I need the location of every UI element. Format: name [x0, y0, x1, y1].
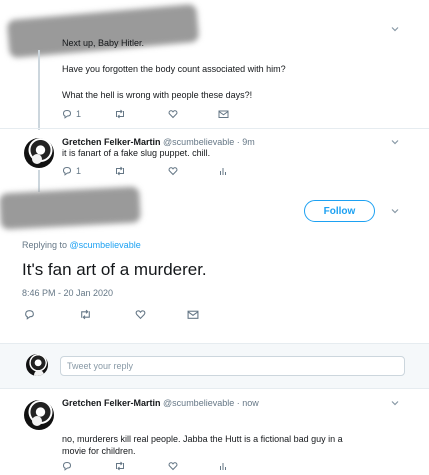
- reply-icon: [62, 461, 72, 471]
- reply-action[interactable]: 1: [62, 166, 114, 176]
- author-name[interactable]: Gretchen Felker-Martin: [62, 137, 161, 147]
- tweet-line: Next up, Baby Hitler.: [62, 38, 145, 48]
- avatar[interactable]: [24, 400, 54, 430]
- author-name[interactable]: Gretchen Felker-Martin: [62, 398, 161, 408]
- tweet-actions: 1: [62, 109, 248, 119]
- analytics-action[interactable]: [218, 166, 248, 176]
- divider: [0, 128, 429, 129]
- heart-icon: [168, 462, 178, 471]
- chevron-down-icon[interactable]: [390, 206, 400, 216]
- retweet-icon: [116, 166, 124, 176]
- avatar: [26, 354, 48, 376]
- tweet-text: no, murderers kill real people. Jabba th…: [62, 434, 343, 456]
- retweet-action[interactable]: [114, 461, 168, 471]
- avatar[interactable]: [24, 138, 54, 168]
- reply-icon: [62, 109, 72, 119]
- tweet-actions: 1: [62, 166, 248, 176]
- replying-to: Replying to @scumbelievable: [22, 240, 141, 250]
- message-action[interactable]: [218, 109, 248, 119]
- tweet-text: it is fanart of a fake slug puppet. chil…: [62, 148, 211, 158]
- tweet-line: Have you forgotten the body count associ…: [62, 64, 286, 74]
- analytics-action[interactable]: [218, 461, 248, 471]
- author-handle-time[interactable]: @scumbelievable · 9m: [163, 137, 255, 147]
- divider: [0, 388, 429, 389]
- reply-action[interactable]: 1: [62, 109, 114, 119]
- reply-icon: [25, 310, 34, 320]
- chevron-down-icon[interactable]: [390, 398, 400, 408]
- tweet-header: Gretchen Felker-Martin @scumbelievable ·…: [62, 397, 259, 409]
- reply-action[interactable]: [24, 309, 79, 320]
- thread-line: [38, 170, 40, 192]
- retweet-icon: [116, 461, 124, 471]
- tweet-timestamp[interactable]: 8:46 PM - 20 Jan 2020: [22, 288, 113, 298]
- heart-icon: [168, 110, 178, 119]
- envelope-icon: [187, 310, 199, 319]
- reply-count: 1: [76, 109, 82, 119]
- like-action[interactable]: [135, 309, 187, 320]
- analytics-icon: [220, 168, 226, 175]
- message-action[interactable]: [187, 309, 217, 320]
- replying-handle-link[interactable]: @scumbelievable: [70, 240, 141, 250]
- redacted-author-main: [0, 186, 141, 230]
- main-tweet-actions: [24, 309, 217, 320]
- main-tweet-text: It's fan art of a murderer.: [22, 260, 207, 279]
- thread-line: [38, 50, 40, 130]
- chevron-down-icon[interactable]: [390, 137, 400, 147]
- reply-icon: [62, 166, 72, 176]
- reply-count: 1: [76, 166, 82, 176]
- envelope-icon: [218, 110, 229, 118]
- chevron-down-icon[interactable]: [390, 24, 400, 34]
- analytics-icon: [220, 463, 226, 470]
- like-action[interactable]: [168, 461, 218, 471]
- retweet-action[interactable]: [114, 166, 168, 176]
- retweet-action[interactable]: [79, 309, 135, 320]
- reply-action[interactable]: [62, 461, 114, 471]
- heart-icon: [135, 310, 146, 320]
- heart-icon: [168, 167, 178, 176]
- replying-prefix: Replying to: [22, 240, 70, 250]
- redacted-author-top: [6, 3, 200, 59]
- follow-button[interactable]: Follow: [304, 200, 375, 222]
- like-action[interactable]: [168, 166, 218, 176]
- tweet-actions: [62, 461, 248, 471]
- author-handle-time[interactable]: @scumbelievable · now: [163, 398, 259, 408]
- reply-input[interactable]: Tweet your reply: [60, 356, 405, 376]
- retweet-icon: [116, 109, 124, 119]
- tweet-line: What the hell is wrong with people these…: [62, 90, 253, 100]
- retweet-icon: [81, 309, 90, 320]
- retweet-action[interactable]: [114, 109, 168, 119]
- like-action[interactable]: [168, 109, 218, 119]
